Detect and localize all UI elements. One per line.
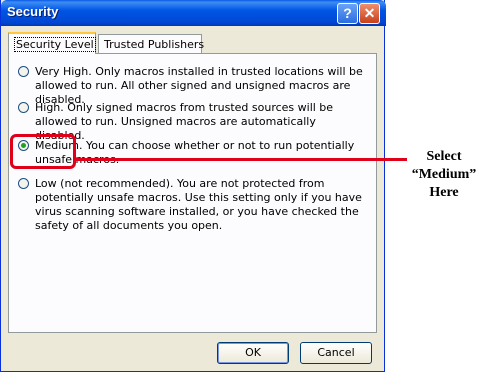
- tab-security-level-label: Security Level: [14, 37, 96, 52]
- security-dialog: Security ? ✕ Security Level Trusted Publ…: [0, 0, 386, 372]
- window-title: Security: [7, 4, 59, 19]
- tab-trusted-publishers[interactable]: Trusted Publishers: [98, 34, 205, 53]
- radio-low[interactable]: [18, 178, 29, 189]
- medium-highlight-circle: [10, 134, 76, 169]
- annotation-pointer-line: [75, 158, 407, 161]
- security-level-panel: Very High. Only macros installed in trus…: [8, 53, 377, 333]
- radio-very-high[interactable]: [18, 66, 29, 77]
- tab-security-level[interactable]: Security Level: [8, 32, 96, 54]
- help-button[interactable]: ?: [337, 3, 358, 24]
- radio-high[interactable]: [18, 102, 29, 113]
- option-low-label: Low (not recommended). You are not prote…: [35, 177, 362, 232]
- option-low[interactable]: Low (not recommended). You are not prote…: [18, 177, 368, 233]
- annotation-callout: Select “Medium” Here: [402, 148, 481, 202]
- annotation-line-1: Select: [426, 149, 462, 164]
- option-high-label: High. Only signed macros from trusted so…: [35, 101, 334, 142]
- annotation-line-2: “Medium”: [411, 167, 477, 182]
- close-button[interactable]: ✕: [359, 3, 380, 24]
- annotation-line-3: Here: [429, 185, 459, 200]
- help-icon: ?: [343, 5, 352, 21]
- tab-trusted-publishers-label: Trusted Publishers: [104, 38, 205, 51]
- cancel-button[interactable]: Cancel: [300, 342, 372, 364]
- title-bar[interactable]: Security ? ✕: [1, 0, 386, 26]
- ok-button[interactable]: OK: [217, 342, 289, 364]
- option-medium-label: Medium. You can choose whether or not to…: [35, 139, 355, 166]
- close-icon: ✕: [363, 5, 376, 21]
